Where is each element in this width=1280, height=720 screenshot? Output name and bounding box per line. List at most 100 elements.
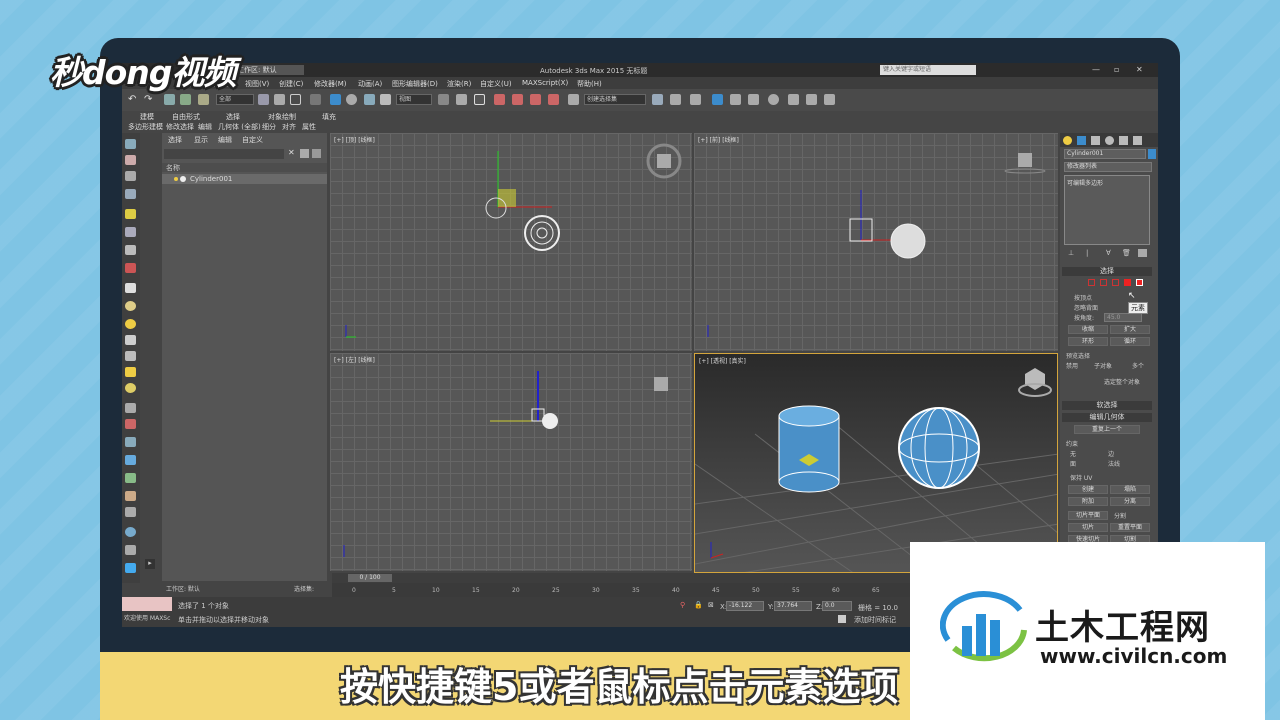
menu-customize[interactable]: 自定义(U) (480, 79, 512, 89)
border-icon[interactable] (1112, 279, 1119, 286)
material-editor-icon[interactable] (768, 94, 779, 105)
shrink-button[interactable]: 收缩 (1068, 325, 1108, 334)
isolate-icon[interactable]: ⚲ (680, 601, 685, 609)
repeat-last-button[interactable]: 重复上一个 (1074, 425, 1140, 434)
ribbon-tab-freeform[interactable]: 自由形式 (172, 112, 200, 122)
menu-animation[interactable]: 动画(A) (358, 79, 382, 89)
pivot-icon[interactable] (438, 94, 449, 105)
explorer-tab-edit[interactable]: 编辑 (218, 135, 232, 145)
abs-mode-icon[interactable]: ⊠ (708, 601, 714, 609)
attach-button[interactable]: 附加 (1068, 497, 1108, 506)
menu-rendering[interactable]: 渲染(R) (447, 79, 471, 89)
ribbon-edit[interactable]: 编辑 (198, 122, 212, 132)
ignore-backfacing-checkbox[interactable]: 忽略背面 (1074, 303, 1098, 312)
rect-region-icon[interactable] (290, 94, 301, 105)
ribbon-tab-object-paint[interactable]: 对象绘制 (268, 112, 296, 122)
angle-input[interactable]: 45.0 (1104, 313, 1142, 322)
particle-tool-icon[interactable] (125, 403, 136, 413)
constraint-none-radio[interactable]: 无 (1070, 449, 1076, 458)
pin-stack-icon[interactable]: ⊥ (1068, 249, 1074, 257)
layer-manager-icon[interactable] (690, 94, 701, 105)
ring-button[interactable]: 环形 (1068, 337, 1108, 346)
render-production-icon[interactable] (824, 94, 835, 105)
explorer-column-name[interactable]: 名称 (162, 163, 327, 172)
rendered-frame-icon[interactable] (806, 94, 817, 105)
render-setup-icon[interactable] (788, 94, 799, 105)
preserve-uv-checkbox[interactable]: 保持 UV (1070, 473, 1092, 482)
redo-icon[interactable]: ↷ (144, 94, 155, 105)
ribbon-toggle-icon[interactable] (712, 94, 723, 105)
unlink-icon[interactable] (180, 94, 191, 105)
menu-create[interactable]: 创建(C) (279, 79, 303, 89)
split-checkbox[interactable]: 分割 (1114, 511, 1126, 520)
stair-tool-icon[interactable] (125, 507, 136, 517)
menu-maxscript[interactable]: MAXScript(X) (522, 79, 568, 87)
torus-tool-icon[interactable] (125, 335, 136, 345)
add-time-tag-icon[interactable] (838, 615, 846, 623)
lock-icon[interactable]: 🔒 (694, 601, 703, 609)
viewport-perspective[interactable]: [+] [透视] [真实] (694, 353, 1058, 573)
select-by-name-icon[interactable] (274, 94, 285, 105)
align-icon[interactable] (670, 94, 681, 105)
expand-arrow-icon[interactable]: ▸ (145, 559, 155, 569)
loop-button[interactable]: 循环 (1110, 337, 1150, 346)
preview-multi-radio[interactable]: 多个 (1132, 361, 1144, 370)
make-unique-icon[interactable]: ∀ (1106, 249, 1111, 257)
modify-tab-icon[interactable] (1077, 136, 1086, 145)
explorer-object-row[interactable]: Cylinder001 (162, 174, 327, 184)
slice-button[interactable]: 切片 (1068, 523, 1108, 532)
workspace-dropdown[interactable]: 工作区: 默认 (234, 65, 304, 75)
constraint-edge-radio[interactable]: 边 (1108, 449, 1114, 458)
omni-tool-icon[interactable] (125, 383, 136, 393)
light-tool-icon[interactable] (125, 209, 136, 219)
edit-geometry-rollout[interactable]: 编辑几何体 (1062, 413, 1152, 422)
preview-subobj-radio[interactable]: 子对象 (1094, 361, 1112, 370)
reset-plane-button[interactable]: 重置平面 (1110, 523, 1150, 532)
bind-icon[interactable] (198, 94, 209, 105)
shape-tool-icon[interactable] (125, 437, 136, 447)
collapse-button[interactable]: 塌陷 (1110, 485, 1150, 494)
slice-plane-button[interactable]: 切片平面 (1068, 511, 1108, 520)
configure-sets-icon[interactable] (1138, 249, 1147, 257)
angle-snap-icon[interactable] (512, 94, 523, 105)
by-vertex-checkbox[interactable]: 按顶点 (1074, 293, 1092, 302)
select-whole-object-label[interactable]: 选定整个对象 (1104, 377, 1140, 386)
grid-tool-icon[interactable] (125, 545, 136, 555)
time-slider[interactable]: 0 / 100 (348, 574, 392, 582)
element-icon[interactable] (1136, 279, 1143, 286)
mirror-icon[interactable] (652, 94, 663, 105)
sun-tool-icon[interactable] (125, 367, 136, 377)
maximize-icon[interactable]: ▫ (1114, 65, 1119, 74)
x-coord-input[interactable]: -16.122 (726, 601, 764, 611)
selection-rollout[interactable]: 选择 (1062, 267, 1152, 276)
water-tool-icon[interactable] (125, 455, 136, 465)
ribbon-modify-selection[interactable]: 修改选择 (166, 122, 194, 132)
by-angle-checkbox[interactable]: 按角度: (1074, 313, 1094, 322)
rotate-icon[interactable] (346, 94, 357, 105)
ribbon-geometry-all[interactable]: 几何体 (全部) (218, 122, 261, 132)
ribbon-properties[interactable]: 属性 (302, 122, 316, 132)
explorer-tab-customize[interactable]: 自定义 (242, 135, 263, 145)
cone-tool-icon[interactable] (125, 351, 136, 361)
explorer-tab-display[interactable]: 显示 (194, 135, 208, 145)
clear-filter-icon[interactable]: ✕ (288, 148, 295, 157)
menu-help[interactable]: 帮助(H) (577, 79, 602, 89)
edge-icon[interactable] (1100, 279, 1107, 286)
search-input[interactable]: 键入关键字或短语 (880, 65, 976, 75)
explorer-find-icon[interactable] (312, 149, 321, 158)
helper-tool-icon[interactable] (125, 245, 136, 255)
ribbon-tab-selection[interactable]: 选择 (226, 112, 240, 122)
ribbon-polygon-modeling[interactable]: 多边形建模 (128, 122, 163, 132)
schematic-view-icon[interactable] (748, 94, 759, 105)
object-color-swatch[interactable] (1148, 149, 1156, 159)
motion-tab-icon[interactable] (1105, 136, 1114, 145)
y-coord-input[interactable]: 37.764 (774, 601, 812, 611)
soft-selection-rollout[interactable]: 软选择 (1062, 401, 1152, 410)
maxscript-label[interactable]: 欢迎使用 MAXSc (124, 613, 170, 622)
display-tool-icon[interactable] (125, 155, 136, 165)
constraint-normal-radio[interactable]: 法线 (1108, 459, 1120, 468)
hierarchy-tab-icon[interactable] (1091, 136, 1100, 145)
ribbon-subdivision[interactable]: 细分 (262, 122, 276, 132)
spinner-snap-icon[interactable] (548, 94, 559, 105)
windows-tool-icon[interactable] (125, 563, 136, 573)
